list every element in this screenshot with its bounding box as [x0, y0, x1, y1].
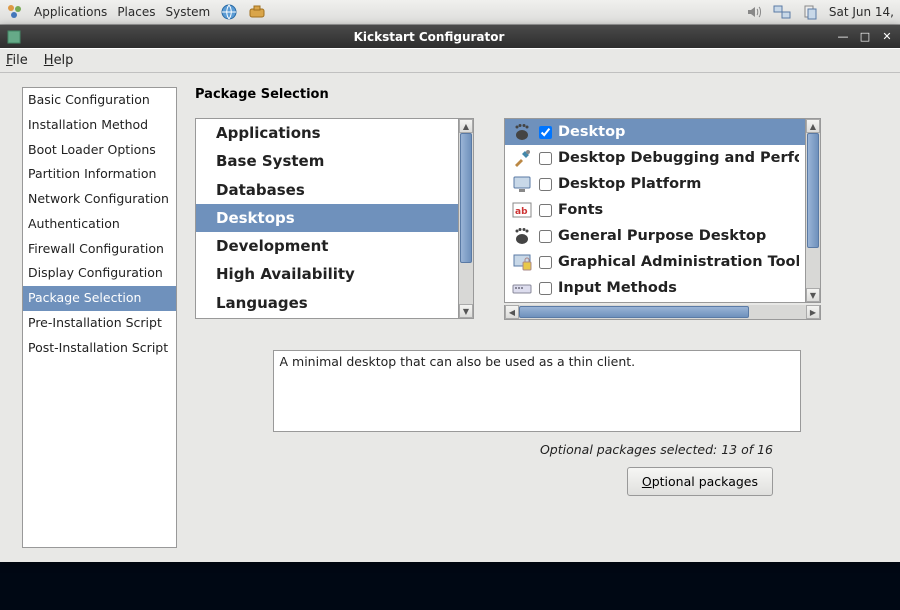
package-label: Desktop Debugging and Performance	[558, 150, 799, 166]
package-item[interactable]: General Purpose Desktop	[505, 223, 805, 249]
category-list[interactable]: ApplicationsBase SystemDatabasesDesktops…	[195, 118, 459, 319]
package-checkbox[interactable]	[539, 204, 552, 217]
sidebar-item[interactable]: Partition Information	[23, 162, 176, 187]
package-label: Input Methods	[558, 280, 677, 296]
package-label: General Purpose Desktop	[558, 228, 766, 244]
lock-icon	[511, 251, 533, 273]
close-button[interactable]: ✕	[880, 30, 894, 44]
scroll-up-icon[interactable]: ▲	[459, 119, 473, 133]
category-item[interactable]: Databases	[196, 176, 458, 204]
app-icon	[6, 29, 22, 45]
clipboard-icon[interactable]	[801, 3, 819, 21]
package-label: Fonts	[558, 202, 603, 218]
sidebar-item[interactable]: Network Configuration	[23, 187, 176, 212]
titlebar[interactable]: Kickstart Configurator — □ ✕	[0, 25, 900, 48]
package-list[interactable]: Desktop Desktop Debugging and Performance…	[504, 118, 806, 303]
optional-count: Optional packages selected: 13 of 16	[195, 442, 878, 457]
kickstart-window: Kickstart Configurator — □ ✕ File Help B…	[0, 25, 900, 562]
abc-icon: ab	[511, 199, 533, 221]
scroll-left-icon[interactable]: ◀	[505, 305, 519, 319]
scroll-up-icon[interactable]: ▲	[806, 119, 820, 133]
package-scrollbar-v[interactable]: ▲ ▼	[806, 118, 821, 303]
sidebar-item[interactable]: Package Selection	[23, 286, 176, 311]
gnome-panel: Applications Places System Sat Jun 14,	[0, 0, 900, 25]
sidebar-item[interactable]: Basic Configuration	[23, 88, 176, 113]
category-scrollbar[interactable]: ▲ ▼	[459, 118, 474, 319]
package-label: Graphical Administration Tools	[558, 254, 799, 270]
package-item[interactable]: Input Methods	[505, 275, 805, 301]
scroll-down-icon[interactable]: ▼	[806, 288, 820, 302]
sidebar-item[interactable]: Installation Method	[23, 113, 176, 138]
maximize-button[interactable]: □	[858, 30, 872, 44]
category-item[interactable]: Applications	[196, 119, 458, 147]
package-checkbox[interactable]	[539, 152, 552, 165]
menu-help[interactable]: Help	[44, 53, 74, 68]
clock[interactable]: Sat Jun 14,	[829, 5, 894, 19]
menu-file[interactable]: File	[6, 53, 28, 68]
package-checkbox[interactable]	[539, 256, 552, 269]
scroll-thumb[interactable]	[460, 133, 472, 263]
package-checkbox[interactable]	[539, 282, 552, 295]
sidebar-item[interactable]: Display Configuration	[23, 261, 176, 286]
category-item[interactable]: Languages	[196, 289, 458, 317]
scroll-right-icon[interactable]: ▶	[806, 305, 820, 319]
category-item[interactable]: Development	[196, 232, 458, 260]
sidebar-item[interactable]: Authentication	[23, 212, 176, 237]
volume-icon[interactable]	[745, 3, 763, 21]
network-icon[interactable]	[773, 3, 791, 21]
scroll-down-icon[interactable]: ▼	[459, 304, 473, 318]
menu-applications[interactable]: Applications	[34, 5, 107, 19]
category-item[interactable]: Load Balancer	[196, 317, 458, 319]
optional-packages-button[interactable]: Optional packages	[627, 467, 773, 496]
scroll-thumb[interactable]	[519, 306, 749, 318]
page-title: Package Selection	[195, 87, 878, 102]
package-item[interactable]: Desktop	[505, 119, 805, 145]
tools-icon	[511, 147, 533, 169]
browser-icon[interactable]	[220, 3, 238, 21]
window-title: Kickstart Configurator	[22, 30, 836, 44]
category-item[interactable]: High Availability	[196, 260, 458, 288]
scroll-thumb[interactable]	[807, 133, 819, 248]
package-checkbox[interactable]	[539, 126, 552, 139]
sidebar-item[interactable]: Pre-Installation Script	[23, 311, 176, 336]
menu-system[interactable]: System	[165, 5, 210, 19]
package-label: Desktop	[558, 124, 625, 140]
sidebar-item[interactable]: Firewall Configuration	[23, 237, 176, 262]
package-item[interactable]: Desktop Platform	[505, 171, 805, 197]
package-checkbox[interactable]	[539, 230, 552, 243]
sidebar-item[interactable]: Boot Loader Options	[23, 138, 176, 163]
package-scrollbar-h[interactable]: ◀ ▶	[504, 305, 821, 320]
category-item[interactable]: Base System	[196, 147, 458, 175]
foot-icon	[511, 121, 533, 143]
package-item[interactable]: Graphical Administration Tools	[505, 249, 805, 275]
package-item[interactable]: Desktop Debugging and Performance	[505, 145, 805, 171]
foot-icon	[511, 225, 533, 247]
minimize-button[interactable]: —	[836, 30, 850, 44]
distro-icon	[6, 3, 24, 21]
package-label: Desktop Platform	[558, 176, 701, 192]
package-description: A minimal desktop that can also be used …	[273, 350, 801, 432]
menu-places[interactable]: Places	[117, 5, 155, 19]
monitor-icon	[511, 173, 533, 195]
menubar: File Help	[0, 48, 900, 73]
sidebar-item[interactable]: Post-Installation Script	[23, 336, 176, 361]
package-item[interactable]: ab Fonts	[505, 197, 805, 223]
svg-text:ab: ab	[515, 207, 528, 217]
category-item[interactable]: Desktops	[196, 204, 458, 232]
input-icon	[511, 277, 533, 299]
drawer-icon[interactable]	[248, 3, 266, 21]
section-sidebar: Basic ConfigurationInstallation MethodBo…	[22, 87, 177, 548]
package-checkbox[interactable]	[539, 178, 552, 191]
